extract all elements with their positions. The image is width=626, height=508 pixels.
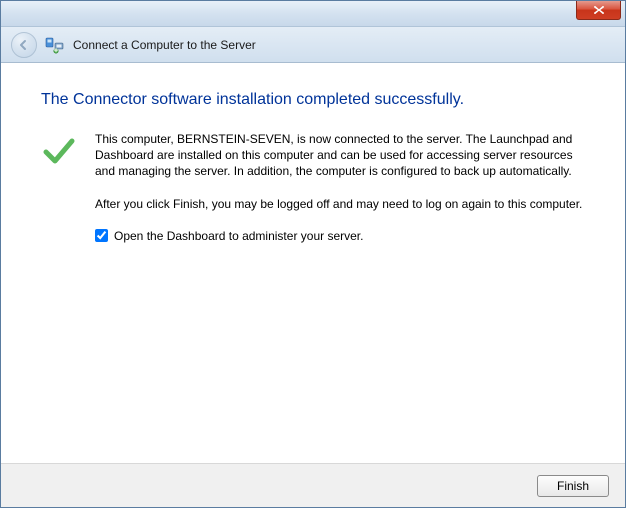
server-connect-icon [45, 36, 65, 54]
wizard-header: Connect a Computer to the Server [1, 27, 625, 63]
close-icon [593, 5, 605, 15]
page-heading: The Connector software installation comp… [41, 91, 585, 109]
window-titlebar [1, 1, 625, 27]
finish-button[interactable]: Finish [537, 475, 609, 497]
wizard-title: Connect a Computer to the Server [73, 38, 256, 52]
success-checkmark-icon [41, 133, 77, 169]
wizard-footer: Finish [1, 463, 625, 507]
arrow-left-icon [17, 38, 31, 52]
body-text: This computer, BERNSTEIN-SEVEN, is now c… [95, 131, 585, 244]
open-dashboard-label[interactable]: Open the Dashboard to administer your se… [114, 228, 363, 244]
back-button [11, 32, 37, 58]
close-button[interactable] [576, 1, 621, 20]
open-dashboard-checkbox[interactable] [95, 229, 108, 242]
paragraph-2: After you click Finish, you may be logge… [95, 196, 585, 212]
wizard-content: The Connector software installation comp… [1, 63, 625, 244]
paragraph-1: This computer, BERNSTEIN-SEVEN, is now c… [95, 131, 585, 180]
